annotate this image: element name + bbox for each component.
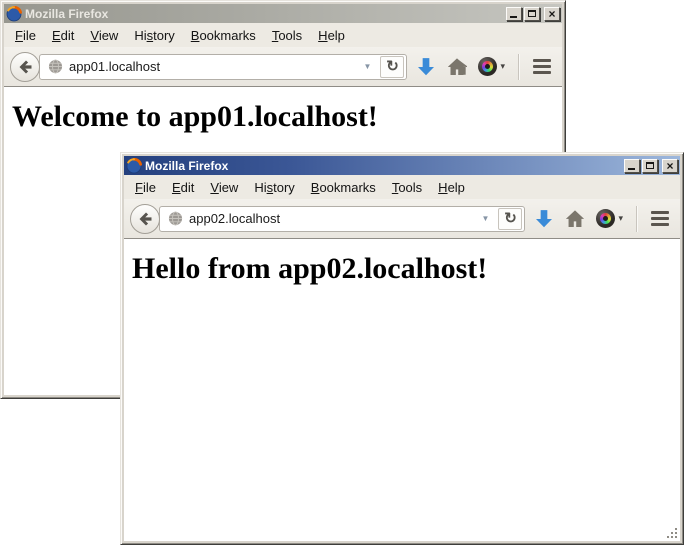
menu-bookmarks[interactable]: Bookmarks: [183, 25, 264, 46]
url-bar[interactable]: app02.localhost ▼ ↻: [159, 206, 525, 232]
menu-history[interactable]: History: [246, 177, 302, 198]
extension-button[interactable]: ▾: [594, 204, 625, 234]
back-button[interactable]: [130, 204, 160, 234]
color-wheel-ring: [600, 213, 611, 224]
color-wheel-ring: [482, 61, 493, 72]
reload-button[interactable]: ↻: [498, 208, 522, 230]
hamburger-icon: [533, 59, 551, 62]
extension-button[interactable]: ▾: [476, 52, 507, 82]
menu-bar: File Edit View History Bookmarks Tools H…: [4, 23, 562, 47]
navigation-toolbar: app02.localhost ▼ ↻ ▾: [124, 199, 680, 239]
extension-dropdown-icon[interactable]: ▾: [618, 213, 623, 224]
resize-grip[interactable]: [665, 526, 679, 540]
menu-file[interactable]: File: [7, 25, 44, 46]
menu-help[interactable]: Help: [310, 25, 353, 46]
maximize-icon: [646, 162, 654, 169]
color-wheel-core: [603, 216, 608, 221]
open-menu-button[interactable]: [648, 206, 672, 231]
menu-tools[interactable]: Tools: [264, 25, 310, 46]
hamburger-icon-bar: [533, 71, 551, 74]
menu-view[interactable]: View: [82, 25, 126, 46]
color-wheel-core: [485, 64, 490, 69]
color-wheel-icon: [596, 209, 615, 228]
toolbar-separator: [636, 206, 637, 232]
maximize-icon: [528, 10, 536, 17]
menu-help[interactable]: Help: [430, 177, 473, 198]
navigation-toolbar: app01.localhost ▼ ↻ ▾: [4, 47, 562, 87]
open-menu-button[interactable]: [530, 54, 554, 79]
reload-button[interactable]: ↻: [380, 56, 404, 78]
title-bar[interactable]: Mozilla Firefox ×: [4, 4, 562, 23]
home-icon: [565, 209, 585, 229]
page-heading: Welcome to app01.localhost!: [12, 100, 562, 134]
minimize-button[interactable]: [624, 159, 640, 173]
browser-window-app02: Mozilla Firefox × File Edit View History…: [120, 152, 684, 545]
window-controls: ×: [506, 7, 560, 21]
page-content-app02: Hello from app02.localhost!: [124, 239, 680, 541]
menu-bookmarks[interactable]: Bookmarks: [303, 177, 384, 198]
maximize-button[interactable]: [524, 7, 540, 21]
close-button[interactable]: ×: [544, 7, 560, 21]
menu-edit[interactable]: Edit: [44, 25, 82, 46]
back-arrow-icon: [17, 59, 33, 75]
firefox-icon: [6, 6, 22, 22]
close-icon: ×: [666, 160, 673, 172]
firefox-icon: [126, 158, 142, 174]
site-identity-globe-icon[interactable]: [168, 211, 183, 226]
close-icon: ×: [548, 8, 555, 20]
window-controls: ×: [624, 159, 678, 173]
hamburger-icon-bar: [651, 217, 669, 220]
url-bar[interactable]: app01.localhost ▼ ↻: [39, 54, 407, 80]
close-button[interactable]: ×: [662, 159, 678, 173]
minimize-icon: [510, 16, 517, 18]
home-button[interactable]: [445, 52, 469, 82]
reload-icon: ↻: [386, 59, 399, 74]
minimize-icon: [628, 168, 635, 170]
hamburger-icon-bar: [651, 223, 669, 226]
minimize-button[interactable]: [506, 7, 522, 21]
color-wheel-icon: [478, 57, 497, 76]
window-title: Mozilla Firefox: [25, 7, 503, 21]
menu-bar: File Edit View History Bookmarks Tools H…: [124, 175, 680, 199]
download-arrow-icon: [534, 209, 554, 229]
home-icon: [447, 57, 467, 77]
menu-view[interactable]: View: [202, 177, 246, 198]
menu-file[interactable]: File: [127, 177, 164, 198]
back-button[interactable]: [10, 52, 40, 82]
back-arrow-icon: [137, 211, 153, 227]
menu-tools[interactable]: Tools: [384, 177, 430, 198]
toolbar-separator: [518, 54, 519, 80]
history-dropdown-icon[interactable]: ▼: [361, 62, 375, 71]
hamburger-icon: [651, 211, 669, 214]
title-bar[interactable]: Mozilla Firefox ×: [124, 156, 680, 175]
maximize-button[interactable]: [642, 159, 658, 173]
reload-icon: ↻: [504, 211, 517, 226]
menu-edit[interactable]: Edit: [164, 177, 202, 198]
page-heading: Hello from app02.localhost!: [132, 252, 680, 286]
site-identity-globe-icon[interactable]: [48, 59, 63, 74]
menu-history[interactable]: History: [126, 25, 182, 46]
address-input[interactable]: app02.localhost: [189, 211, 473, 226]
download-arrow-icon: [416, 57, 436, 77]
hamburger-icon-bar: [533, 65, 551, 68]
downloads-button[interactable]: [532, 204, 556, 234]
downloads-button[interactable]: [414, 52, 438, 82]
window-title: Mozilla Firefox: [145, 159, 621, 173]
home-button[interactable]: [563, 204, 587, 234]
address-input[interactable]: app01.localhost: [69, 59, 355, 74]
history-dropdown-icon[interactable]: ▼: [479, 214, 493, 223]
extension-dropdown-icon[interactable]: ▾: [500, 61, 505, 72]
